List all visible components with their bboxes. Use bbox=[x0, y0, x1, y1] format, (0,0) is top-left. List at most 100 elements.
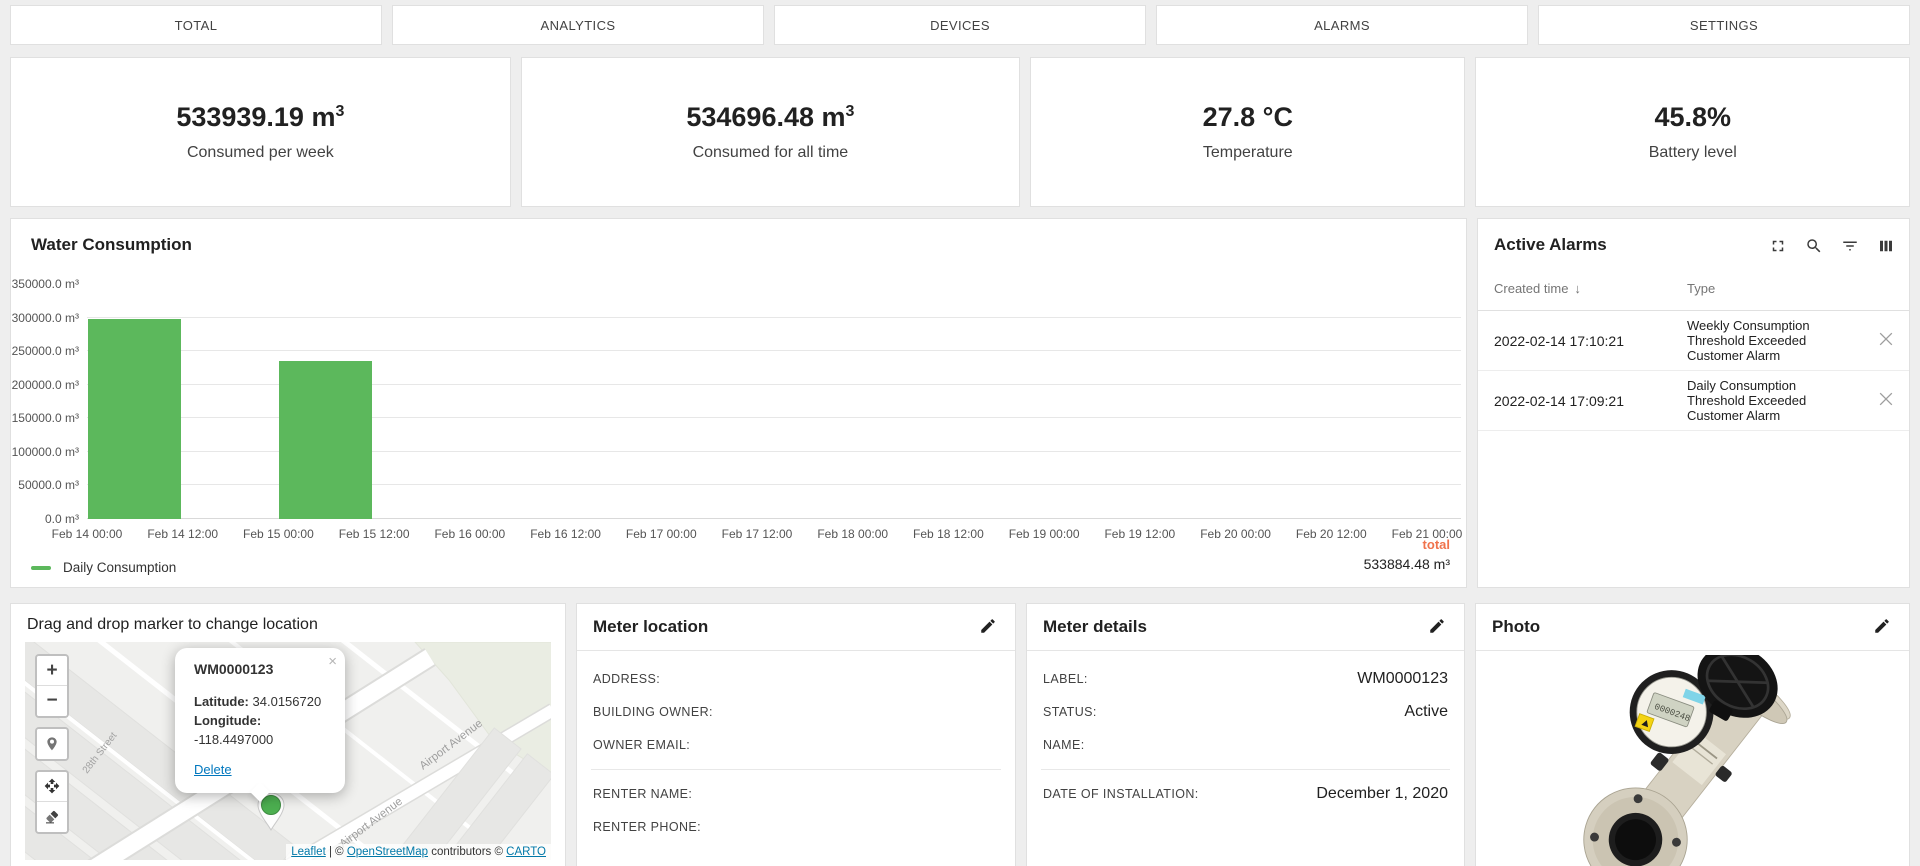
alarm-close-button[interactable] bbox=[1873, 328, 1899, 354]
field-label: NAME: bbox=[1043, 738, 1085, 752]
x-tick-label: Feb 16 00:00 bbox=[434, 527, 505, 541]
x-tick-label: Feb 19 12:00 bbox=[1104, 527, 1175, 541]
osm-link[interactable]: OpenStreetMap bbox=[347, 846, 428, 858]
field-value: December 1, 2020 bbox=[1316, 785, 1448, 803]
alarm-time: 2022-02-14 17:09:21 bbox=[1494, 393, 1687, 409]
stats-row: 533939.19 m3 Consumed per week 534696.48 m… bbox=[10, 57, 1910, 207]
consumption-bar[interactable] bbox=[88, 319, 181, 519]
field-label: OWNER EMAIL: bbox=[593, 738, 690, 752]
field-row: BUILDING OWNER: bbox=[593, 703, 999, 721]
stat-label: Consumed for all time bbox=[693, 144, 849, 162]
y-tick-label: 200000.0 m³ bbox=[11, 378, 79, 392]
latitude-value: 34.0156720 bbox=[253, 694, 322, 709]
alarms-toolbar bbox=[1767, 235, 1897, 257]
meter-location-fields: ADDRESS:BUILDING OWNER:OWNER EMAIL:RENTE… bbox=[577, 651, 1015, 855]
popup-device-name: WM0000123 bbox=[194, 661, 326, 677]
edit-icon[interactable] bbox=[977, 616, 999, 638]
stat-card: 27.8 °C Temperature bbox=[1030, 57, 1465, 207]
edit-icon[interactable] bbox=[1426, 616, 1448, 638]
map-canvas[interactable]: 28th Street Airport Avenue Airport Avenu… bbox=[25, 642, 551, 860]
delete-link[interactable]: Delete bbox=[194, 762, 232, 777]
dashboard: TOTALANALYTICSDEVICESALARMSSETTINGS 5339… bbox=[0, 0, 1920, 866]
x-tick-label: Feb 15 12:00 bbox=[339, 527, 410, 541]
carto-link[interactable]: CARTO bbox=[506, 846, 546, 858]
tab-settings[interactable]: SETTINGS bbox=[1538, 5, 1910, 45]
total-value: 533884.48 m³ bbox=[1364, 556, 1450, 572]
column-type[interactable]: Type bbox=[1687, 281, 1715, 296]
edit-icon[interactable] bbox=[1871, 616, 1893, 638]
tab-alarms[interactable]: ALARMS bbox=[1156, 5, 1528, 45]
map-controls: + − bbox=[35, 654, 69, 834]
alarm-row: 2022-02-14 17:09:21Daily Consumption Thr… bbox=[1478, 371, 1909, 431]
y-tick-label: 100000.0 m³ bbox=[11, 445, 79, 459]
active-alarms-card: Active Alarms Created time ↓ bbox=[1477, 218, 1910, 588]
legend-series-label: Daily Consumption bbox=[63, 560, 176, 575]
stat-value: 533939.19 m3 bbox=[176, 102, 344, 133]
edit-controls bbox=[35, 770, 69, 834]
meter-photo: 0000248 bbox=[1476, 651, 1909, 866]
sort-desc-icon[interactable]: ↓ bbox=[1574, 281, 1581, 296]
water-consumption-card: Water Consumption 0.0 m³50000.0 m³100000… bbox=[10, 218, 1467, 588]
alarm-close-button[interactable] bbox=[1873, 388, 1899, 414]
field-label: STATUS: bbox=[1043, 705, 1097, 719]
tab-devices[interactable]: DEVICES bbox=[774, 5, 1146, 45]
longitude-line: Longitude: -118.4497000 bbox=[194, 712, 326, 750]
chart-legend[interactable]: Daily Consumption bbox=[31, 560, 176, 575]
consumption-bar[interactable] bbox=[279, 361, 372, 520]
x-tick-label: Feb 20 12:00 bbox=[1296, 527, 1367, 541]
field-label: RENTER NAME: bbox=[593, 787, 692, 801]
latitude-label: Latitude: bbox=[194, 694, 249, 709]
stat-value: 27.8 °C bbox=[1203, 102, 1293, 133]
longitude-label: Longitude: bbox=[194, 713, 261, 728]
chart-total: total 533884.48 m³ bbox=[1364, 537, 1450, 572]
created-time-label: Created time bbox=[1494, 281, 1568, 296]
x-tick-label: Feb 15 00:00 bbox=[243, 527, 314, 541]
x-tick-label: Feb 18 12:00 bbox=[913, 527, 984, 541]
fullscreen-icon[interactable] bbox=[1767, 235, 1789, 257]
x-tick-label: Feb 16 12:00 bbox=[530, 527, 601, 541]
field-row: DATE OF INSTALLATION:December 1, 2020 bbox=[1043, 785, 1448, 803]
legend-color-dash bbox=[31, 566, 51, 570]
popup-close-icon[interactable]: × bbox=[328, 653, 337, 670]
map-attribution: Leaflet | © OpenStreetMap contributors ©… bbox=[286, 844, 551, 860]
filter-icon[interactable] bbox=[1839, 235, 1861, 257]
card-title: Meter location bbox=[593, 617, 708, 637]
field-row: LABEL:WM0000123 bbox=[1043, 670, 1448, 688]
zoom-control: + − bbox=[35, 654, 69, 718]
map-popup: × WM0000123 Latitude: 34.0156720 Longitu… bbox=[175, 648, 345, 793]
field-row: OWNER EMAIL: bbox=[593, 736, 999, 754]
card-title: Photo bbox=[1492, 617, 1540, 637]
tab-bar: TOTALANALYTICSDEVICESALARMSSETTINGS bbox=[10, 5, 1910, 45]
search-icon[interactable] bbox=[1803, 235, 1825, 257]
field-label: LABEL: bbox=[1043, 672, 1088, 686]
attribution-text: | © bbox=[326, 846, 347, 858]
zoom-out-button[interactable]: − bbox=[37, 686, 67, 716]
zoom-in-button[interactable]: + bbox=[37, 656, 67, 686]
alarm-type: Daily Consumption Threshold Exceeded Cus… bbox=[1687, 378, 1845, 423]
x-tick-label: Feb 17 12:00 bbox=[722, 527, 793, 541]
x-tick-label: Feb 19 00:00 bbox=[1009, 527, 1080, 541]
y-axis-labels: 0.0 m³50000.0 m³100000.0 m³150000.0 m³20… bbox=[11, 284, 79, 519]
x-tick-label: Feb 14 00:00 bbox=[52, 527, 123, 541]
columns-icon[interactable] bbox=[1875, 235, 1897, 257]
latitude-line: Latitude: 34.0156720 bbox=[194, 693, 326, 712]
place-marker-icon[interactable] bbox=[37, 729, 67, 759]
tab-total[interactable]: TOTAL bbox=[10, 5, 382, 45]
meter-details-fields: LABEL:WM0000123STATUS:ActiveNAME:DATE OF… bbox=[1027, 651, 1464, 822]
stat-label: Consumed per week bbox=[187, 144, 334, 162]
stat-label: Temperature bbox=[1203, 144, 1293, 162]
card-header: Meter location bbox=[577, 604, 1015, 651]
eraser-icon[interactable] bbox=[37, 802, 67, 832]
stat-card: 534696.48 m3Consumed for all time bbox=[521, 57, 1020, 207]
map-card: Drag and drop marker to change location bbox=[10, 603, 566, 866]
y-tick-label: 0.0 m³ bbox=[11, 512, 79, 526]
map-title: Drag and drop marker to change location bbox=[11, 604, 565, 642]
move-marker-icon[interactable] bbox=[37, 772, 67, 802]
field-label: RENTER PHONE: bbox=[593, 820, 701, 834]
field-row: RENTER PHONE: bbox=[593, 818, 999, 836]
column-created-time[interactable]: Created time ↓ bbox=[1494, 281, 1687, 296]
card-header: Meter details bbox=[1027, 604, 1464, 651]
tab-analytics[interactable]: ANALYTICS bbox=[392, 5, 764, 45]
y-tick-label: 250000.0 m³ bbox=[11, 344, 79, 358]
leaflet-link[interactable]: Leaflet bbox=[291, 846, 326, 858]
